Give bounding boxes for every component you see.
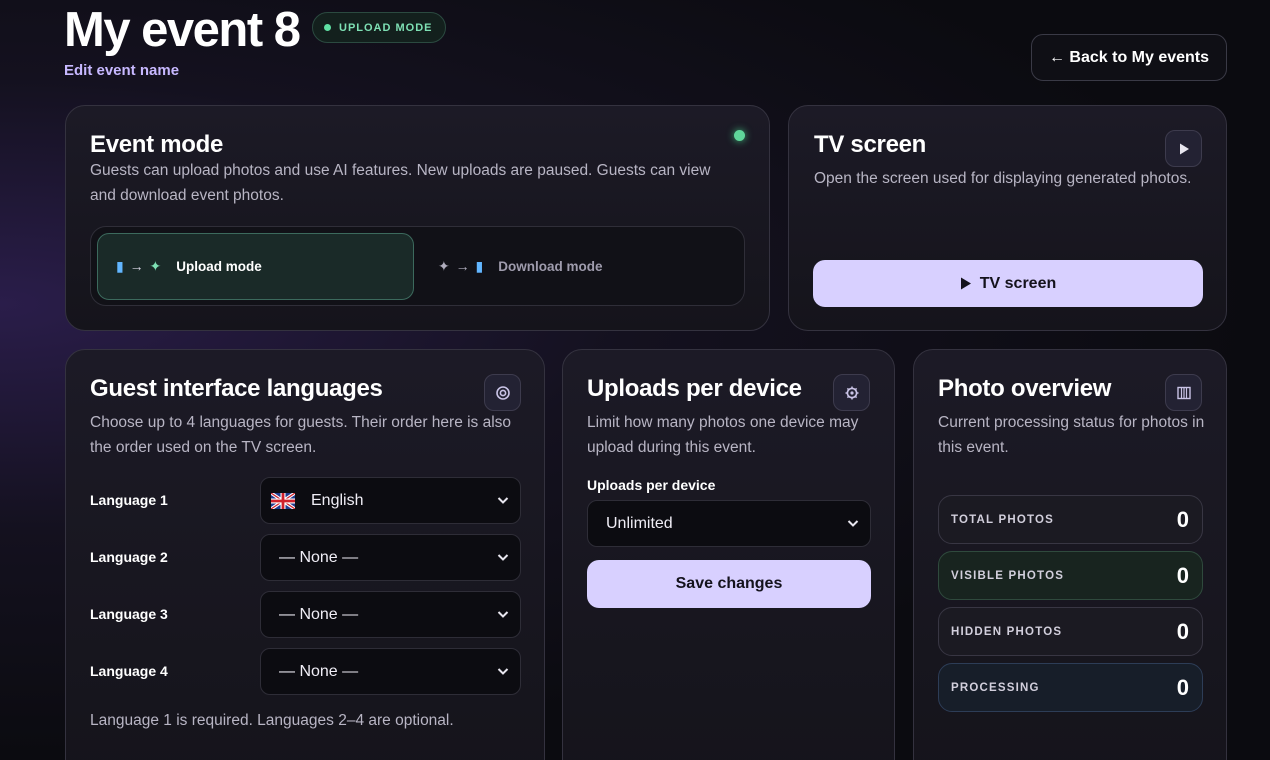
stat-value: 0 [1176,562,1189,588]
mode-status-badge: UPLOAD MODE [312,12,446,43]
language-3-label: Language 3 [90,606,168,622]
language-4-select[interactable]: — None — [260,648,521,695]
uploads-field-label: Uploads per device [587,477,716,493]
photo-overview-title: Photo overview [938,375,1112,402]
stat-value: 0 [1176,618,1189,644]
back-to-events-button[interactable]: ← Back to My events [1031,34,1227,81]
uploads-value: Unlimited [606,514,673,532]
uploads-title: Uploads per device [587,375,802,402]
event-mode-description: Guests can upload photos and use AI feat… [90,162,711,204]
photo-overview-description: Current processing status for photos in … [938,414,1205,456]
stat-processing: PROCESSING 0 [938,663,1203,712]
chevron-down-icon [497,668,509,675]
stat-hidden-photos: HIDDEN PHOTOS 0 [938,607,1203,656]
mode-badge-label: UPLOAD MODE [339,21,433,34]
language-2-value: — None — [279,548,359,566]
language-1-value: English [311,491,364,509]
upload-mode-label: Upload mode [176,259,262,274]
mode-segmented-control: ▮ → ✦ Upload mode ✦ → ▮ Download mode [90,226,745,306]
language-3-select[interactable]: — None — [260,591,521,638]
upload-mode-option[interactable]: ▮ → ✦ Upload mode [97,233,414,300]
phone-to-sparkle-icon: ▮ → ✦ [116,258,163,274]
chevron-down-icon [847,520,859,527]
gear-icon[interactable] [833,374,870,411]
open-tv-screen-button[interactable]: TV screen [813,260,1203,307]
event-status-dot-icon [734,130,745,141]
uploads-per-device-select[interactable]: Unlimited [587,500,871,547]
languages-note: Language 1 is required. Languages 2–4 ar… [90,712,454,729]
grid-icon[interactable] [1165,374,1202,411]
language-4-value: — None — [279,662,359,680]
language-2-select[interactable]: — None — [260,534,521,581]
sparkle-to-phone-icon: ✦ → ▮ [438,258,485,274]
languages-description: Choose up to 4 languages for guests. The… [90,414,512,456]
uploads-description: Limit how many photos one device may upl… [587,414,859,456]
chevron-down-icon [497,554,509,561]
language-1-label: Language 1 [90,492,168,508]
play-icon[interactable] [1165,130,1202,167]
tv-button-label: TV screen [979,274,1057,292]
stat-value: 0 [1176,674,1189,700]
stat-label: HIDDEN PHOTOS [951,625,1063,638]
tv-screen-card: TV screen Open the screen used for displ… [788,105,1227,331]
stat-label: TOTAL PHOTOS [951,513,1055,526]
stat-visible-photos: VISIBLE PHOTOS 0 [938,551,1203,600]
page-title: My event 8 [64,3,301,57]
save-changes-button[interactable]: Save changes [587,560,871,608]
event-mode-title: Event mode [90,131,224,158]
event-mode-card: Event mode Guests can upload photos and … [65,105,770,331]
uk-flag-icon [271,492,295,509]
stat-label: PROCESSING [951,681,1040,694]
chevron-down-icon [497,497,509,504]
download-mode-label: Download mode [498,259,603,274]
language-2-label: Language 2 [90,549,168,565]
photo-overview-card: Photo overview Current processing status… [913,349,1227,760]
tv-screen-title: TV screen [814,131,927,158]
stat-label: VISIBLE PHOTOS [951,569,1065,582]
uploads-per-device-card: Uploads per device Limit how many photos… [562,349,895,760]
tv-screen-description: Open the screen used for displaying gene… [814,170,1192,187]
download-mode-option[interactable]: ✦ → ▮ Download mode [420,233,738,300]
language-4-label: Language 4 [90,663,168,679]
edit-event-name-link[interactable]: Edit event name [64,62,179,79]
play-button-icon [960,277,971,290]
event-settings-page: My event 8 UPLOAD MODE Edit event name ←… [0,0,1270,760]
stat-total-photos: TOTAL PHOTOS 0 [938,495,1203,544]
languages-title: Guest interface languages [90,375,383,402]
chevron-down-icon [497,611,509,618]
status-dot-icon [324,24,331,31]
globe-icon[interactable] [484,374,521,411]
languages-card: Guest interface languages Choose up to 4… [65,349,545,760]
stat-value: 0 [1176,506,1189,532]
language-3-value: — None — [279,605,359,623]
language-1-select[interactable]: English [260,477,521,524]
